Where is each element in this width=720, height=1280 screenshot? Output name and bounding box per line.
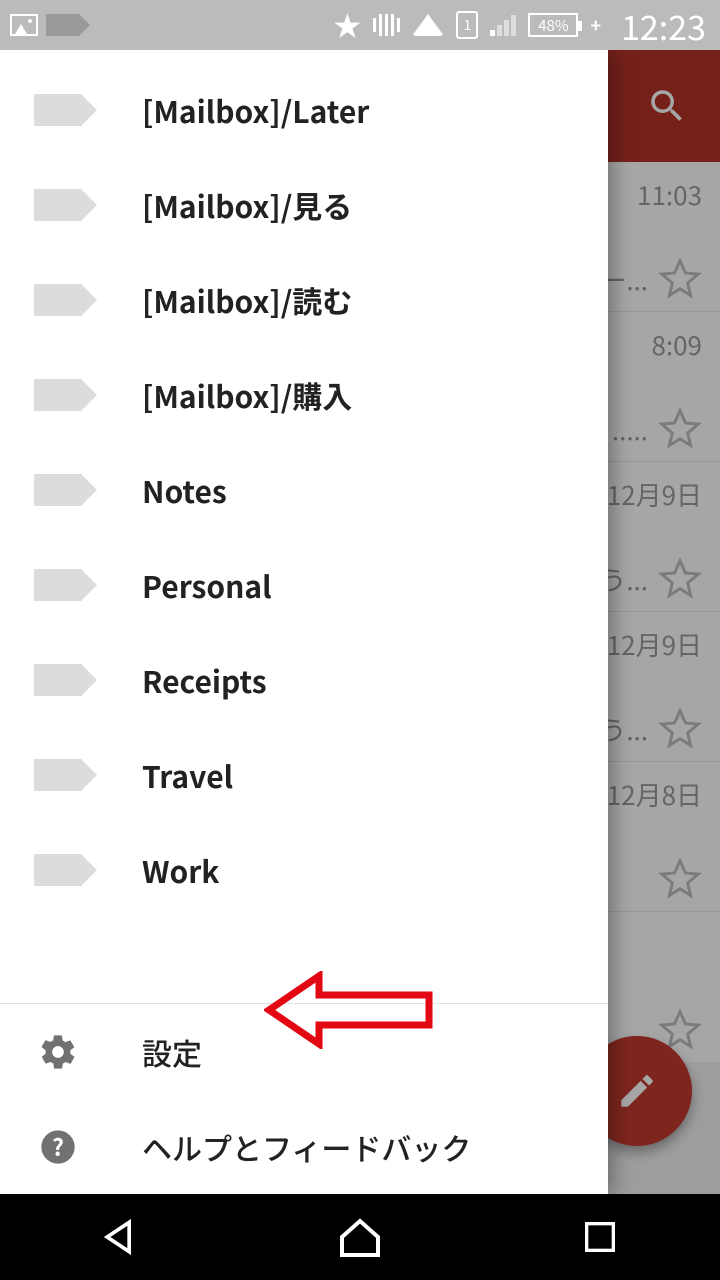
drawer-item-label: Notes (142, 468, 227, 512)
label-icon (34, 94, 82, 126)
triangle-back-icon (98, 1215, 142, 1259)
label-icon (34, 189, 82, 221)
image-notification-icon (10, 14, 38, 36)
drawer-label-notes[interactable]: Notes (0, 442, 608, 537)
status-bar: ★ 1 48% + 12:23 (0, 0, 720, 50)
drawer-label-later[interactable]: [Mailbox]/Later (0, 62, 608, 157)
label-icon (34, 854, 82, 886)
battery-icon: 48% (528, 13, 578, 37)
label-icon (34, 569, 82, 601)
drawer-label-kounyuu[interactable]: [Mailbox]/購入 (0, 347, 608, 442)
signal-icon (490, 15, 516, 36)
drawer-label-receipts[interactable]: Receipts (0, 632, 608, 727)
label-notification-icon (46, 14, 80, 36)
drawer-item-label: Personal (142, 563, 272, 607)
drawer-label-yomu[interactable]: [Mailbox]/読む (0, 252, 608, 347)
drawer-help-feedback[interactable]: ? ヘルプとフィードバック (0, 1099, 608, 1194)
drawer-item-label: [Mailbox]/購入 (142, 373, 352, 417)
help-icon: ? (38, 1127, 78, 1167)
wifi-icon (412, 14, 444, 36)
drawer-item-label: 設定 (142, 1030, 202, 1074)
drawer-item-label: Receipts (142, 658, 267, 702)
sim-slot-icon: 1 (456, 11, 478, 39)
status-clock: 12:23 (621, 1, 706, 50)
label-icon (34, 759, 82, 791)
svg-text:?: ? (52, 1128, 64, 1162)
vibrate-icon (373, 14, 400, 36)
drawer-label-miru[interactable]: [Mailbox]/見る (0, 157, 608, 252)
recents-button[interactable] (574, 1211, 626, 1263)
navigation-drawer: [Mailbox] [Mailbox]/Later [Mailbox]/見る [… (0, 50, 608, 1194)
drawer-item-label: ヘルプとフィードバック (142, 1125, 471, 1169)
battery-charging-icon: + (590, 12, 601, 38)
label-icon (34, 284, 82, 316)
gear-icon (38, 1032, 78, 1072)
square-recents-icon (580, 1217, 620, 1257)
drawer-item-label: [Mailbox]/読む (142, 278, 352, 322)
label-icon (34, 474, 82, 506)
drawer-label-travel[interactable]: Travel (0, 727, 608, 822)
drawer-label-personal[interactable]: Personal (0, 537, 608, 632)
drawer-settings[interactable]: 設定 (0, 1004, 608, 1099)
home-button[interactable] (334, 1211, 386, 1263)
star-status-icon: ★ (333, 5, 361, 45)
drawer-item-label: [Mailbox]/Later (142, 88, 369, 132)
label-icon (34, 664, 82, 696)
drawer-label-work[interactable]: Work (0, 822, 608, 917)
drawer-item-label: Work (142, 848, 219, 892)
home-icon (336, 1213, 384, 1261)
drawer-item-label: Travel (142, 753, 233, 797)
label-icon (34, 379, 82, 411)
system-nav-bar (0, 1194, 720, 1280)
back-button[interactable] (94, 1211, 146, 1263)
drawer-item-label: [Mailbox]/見る (142, 183, 352, 227)
